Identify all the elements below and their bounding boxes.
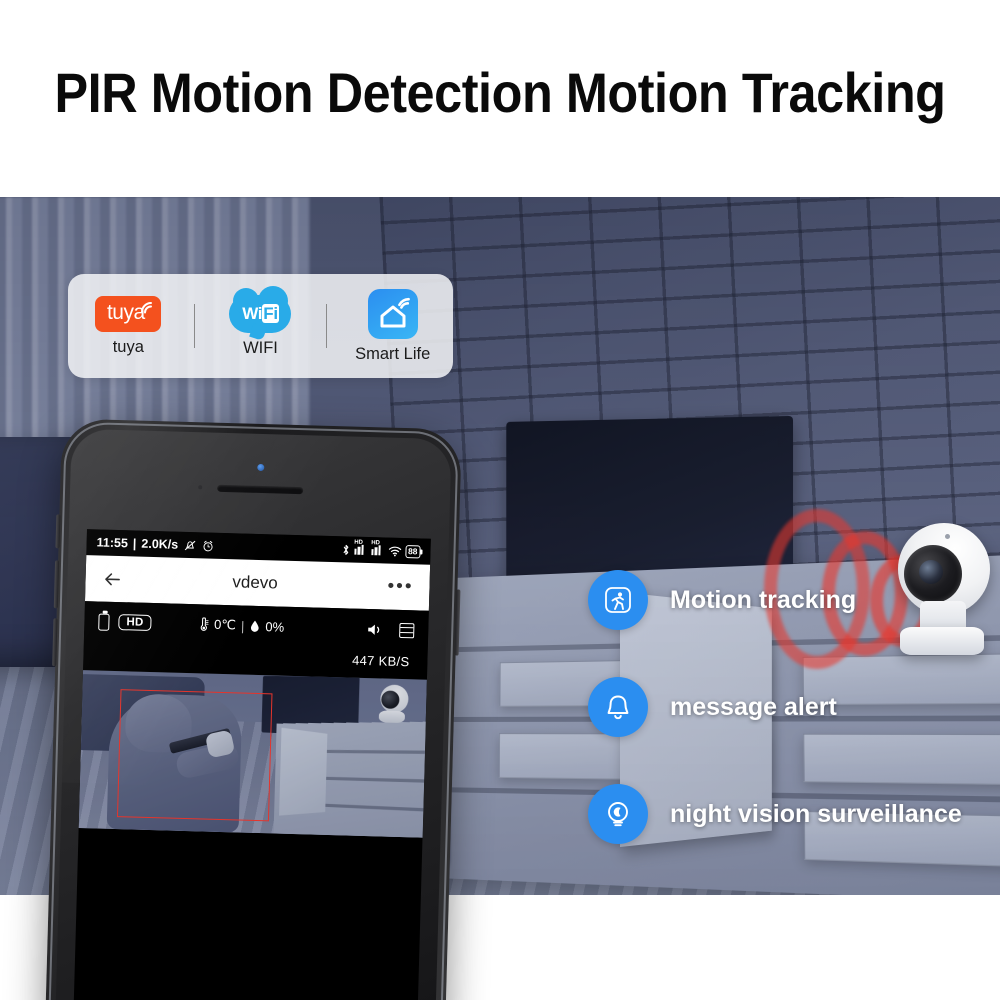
smart-life-logo bbox=[367, 288, 418, 339]
environment-readouts: 0℃ | 0% bbox=[197, 616, 284, 634]
app-title: vdevo bbox=[232, 572, 279, 593]
badge-divider bbox=[326, 304, 328, 348]
alarm-clock-icon bbox=[203, 540, 213, 551]
house-wifi-icon bbox=[380, 297, 410, 327]
list-icon[interactable] bbox=[399, 622, 415, 638]
night-vision-icon bbox=[588, 784, 648, 844]
quality-button[interactable]: HD bbox=[118, 614, 152, 631]
readout-separator: | bbox=[240, 617, 245, 634]
video-feed[interactable] bbox=[78, 670, 427, 838]
tuya-logo: tuya bbox=[95, 295, 162, 332]
humidity-value: 0% bbox=[265, 618, 285, 635]
phone-body: 11:55 | 2.0K/s HD HD 88 vdevo ••• HD 0℃ … bbox=[45, 418, 462, 1000]
feature-night-vision: night vision surveillance bbox=[588, 779, 988, 849]
badge-smart-life[interactable]: Smart Life bbox=[338, 288, 448, 364]
bell-icon bbox=[588, 677, 648, 737]
compatibility-badges: tuya tuya WiFi WIFI Smart Life bbox=[68, 274, 453, 378]
wifi-logo: WiFi bbox=[229, 285, 292, 341]
feature-motion-tracking: Motion tracking bbox=[588, 565, 988, 635]
tuya-logo-text: tuya bbox=[106, 301, 145, 324]
badge-label: Smart Life bbox=[355, 344, 431, 363]
speaker-icon[interactable] bbox=[366, 621, 383, 636]
status-bar-right: HD HD 88 bbox=[341, 540, 421, 558]
badge-tuya[interactable]: tuya tuya bbox=[73, 295, 183, 357]
status-bar-left: 11:55 | 2.0K/s bbox=[96, 535, 214, 552]
phone-glass: 11:55 | 2.0K/s HD HD 88 vdevo ••• HD 0℃ … bbox=[55, 428, 452, 1000]
earpiece-speaker bbox=[217, 484, 304, 495]
motion-tracking-icon bbox=[588, 570, 648, 630]
wifi-logo-text: WiFi bbox=[242, 303, 279, 323]
motion-detection-box bbox=[116, 689, 273, 822]
more-options-icon[interactable]: ••• bbox=[387, 576, 414, 598]
phone-mockup: 11:55 | 2.0K/s HD HD 88 vdevo ••• HD 0℃ … bbox=[45, 418, 462, 1000]
status-separator: | bbox=[132, 536, 137, 551]
battery-icon bbox=[98, 613, 110, 631]
thermometer-icon bbox=[200, 617, 209, 631]
bell-muted-icon bbox=[184, 540, 196, 550]
status-time: 11:55 bbox=[96, 535, 129, 551]
page-title: PIR Motion Detection Motion Tracking bbox=[54, 61, 946, 124]
feature-label: night vision surveillance bbox=[670, 799, 962, 828]
feature-label: Motion tracking bbox=[670, 585, 857, 614]
water-drop-icon bbox=[250, 620, 259, 632]
product-banner: PIR Motion Detection Motion Tracking tuy… bbox=[0, 0, 1000, 1000]
wifi-arc-icon bbox=[141, 301, 153, 313]
hd-signal-icon: HD bbox=[370, 540, 384, 556]
proximity-sensor bbox=[198, 485, 203, 490]
feature-message-alert: message alert bbox=[588, 672, 988, 742]
back-arrow-icon[interactable] bbox=[101, 568, 123, 590]
control-bar-right bbox=[366, 621, 415, 638]
badge-divider bbox=[193, 304, 195, 348]
phone-screen: 11:55 | 2.0K/s HD HD 88 vdevo ••• HD 0℃ … bbox=[73, 529, 431, 1000]
camera-indicator bbox=[945, 534, 950, 539]
feature-label: message alert bbox=[670, 692, 837, 721]
hd-signal-icon: HD bbox=[353, 540, 367, 555]
badge-wifi[interactable]: WiFi WIFI bbox=[205, 285, 315, 358]
temperature-value: 0℃ bbox=[213, 616, 237, 633]
badge-label: tuya bbox=[112, 337, 144, 356]
badge-label: WIFI bbox=[243, 338, 278, 357]
bluetooth-icon bbox=[343, 544, 348, 555]
status-netspeed: 2.0K/s bbox=[141, 536, 179, 552]
front-camera-icon bbox=[257, 463, 265, 472]
battery-level: 88 bbox=[404, 544, 421, 558]
feature-list: Motion tracking message alert night visi… bbox=[588, 565, 988, 886]
wifi-icon bbox=[388, 546, 401, 556]
